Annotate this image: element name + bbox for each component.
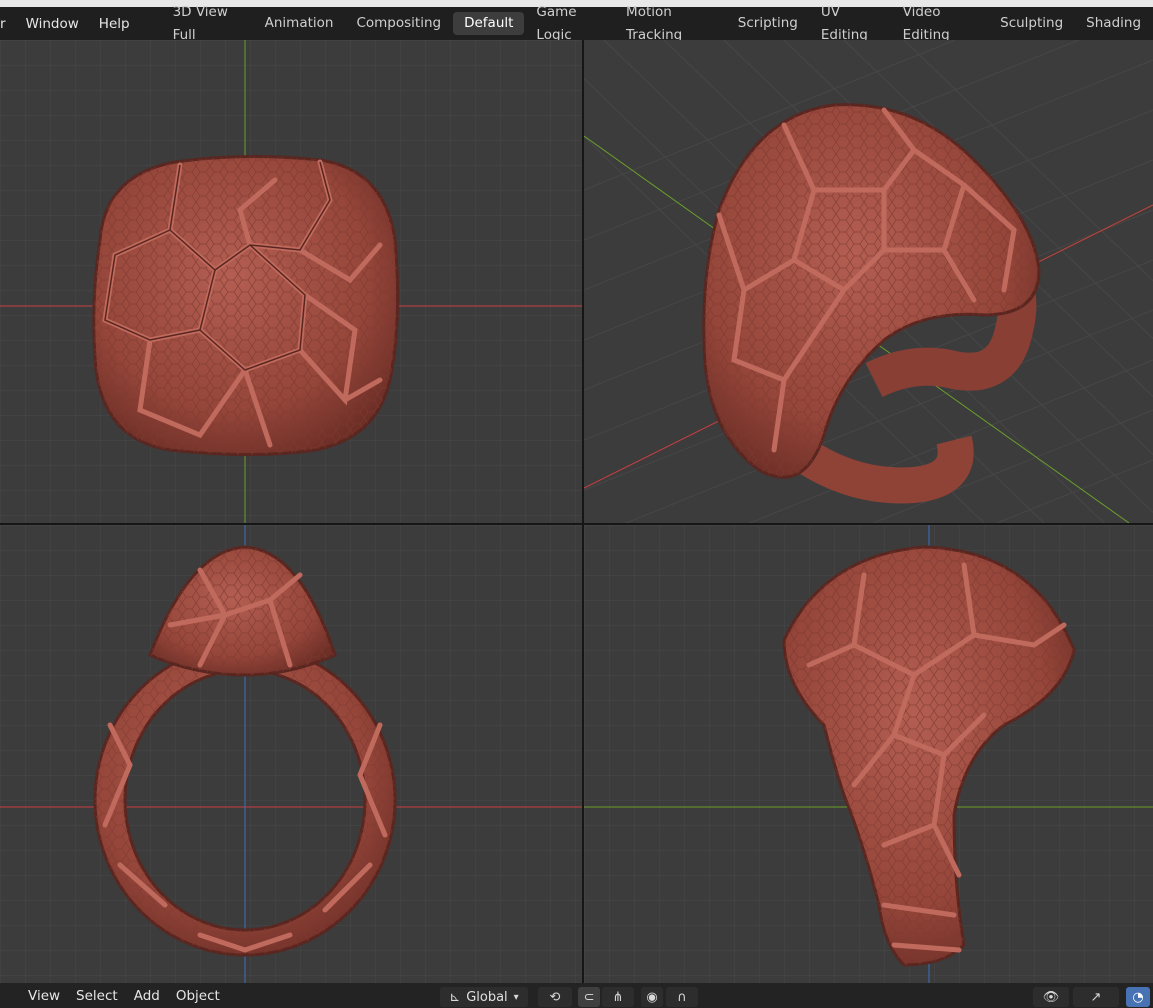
menu-add[interactable]: Add xyxy=(126,988,168,1004)
proportional-editing-toggle[interactable]: ◉ xyxy=(641,987,663,1007)
snap-toggle[interactable]: ⊂ xyxy=(578,987,600,1007)
tab-shading[interactable]: Shading xyxy=(1075,12,1152,35)
viewport-side-canvas xyxy=(584,525,1153,983)
menu-render-partial[interactable]: r xyxy=(0,11,16,37)
eye-icon: 👁 xyxy=(1042,989,1060,1005)
pivot-point-dropdown[interactable]: ⟲ xyxy=(538,987,572,1007)
viewport-header-bar: View Select Add Object xyxy=(0,983,1153,1008)
proportional-falloff-dropdown[interactable]: ∩ xyxy=(666,987,698,1007)
ring-top-model xyxy=(92,154,400,457)
main-menu: r Window Help xyxy=(0,11,140,37)
viewport-side[interactable] xyxy=(584,525,1153,983)
pivot-point-icon: ⟲ xyxy=(549,989,561,1005)
tab-scripting[interactable]: Scripting xyxy=(727,12,809,35)
menu-help[interactable]: Help xyxy=(89,11,140,37)
chevron-down-icon: ▾ xyxy=(513,991,519,1003)
viewport-front[interactable] xyxy=(0,525,582,983)
viewport-front-canvas xyxy=(0,525,582,983)
viewport-perspective-canvas xyxy=(584,40,1153,523)
visibility-dropdown[interactable]: 👁 xyxy=(1033,987,1069,1007)
snap-target-icon: ⋔ xyxy=(612,989,624,1005)
tab-compositing[interactable]: Compositing xyxy=(345,12,452,35)
falloff-curve-icon: ∩ xyxy=(677,989,687,1005)
top-bar: r Window Help 3D View Full Animation Com… xyxy=(0,4,1153,43)
tab-default[interactable]: Default xyxy=(453,12,525,35)
proportional-editing-icon: ◉ xyxy=(646,989,658,1005)
overlays-toggle[interactable]: ◔ xyxy=(1126,987,1150,1007)
transform-orientation-dropdown[interactable]: ⊾ Global ▾ xyxy=(440,987,528,1007)
menu-view[interactable]: View xyxy=(20,988,68,1004)
header-menu: View Select Add Object xyxy=(20,988,228,1004)
viewport-perspective[interactable] xyxy=(584,40,1153,523)
menu-object[interactable]: Object xyxy=(168,988,228,1004)
transform-orientation-label: Global xyxy=(466,989,508,1005)
viewport-top[interactable] xyxy=(0,40,582,523)
snap-icon: ⊂ xyxy=(583,989,595,1005)
menu-select[interactable]: Select xyxy=(68,988,126,1004)
menu-window[interactable]: Window xyxy=(16,11,89,37)
tab-animation[interactable]: Animation xyxy=(254,12,345,35)
viewport-top-canvas xyxy=(0,40,582,523)
snap-target-dropdown[interactable]: ⋔ xyxy=(602,987,634,1007)
gizmo-dropdown[interactable]: ↗ xyxy=(1073,987,1119,1007)
gizmo-icon: ↗ xyxy=(1090,989,1102,1005)
tab-sculpting[interactable]: Sculpting xyxy=(989,12,1074,35)
overlays-icon: ◔ xyxy=(1132,989,1144,1005)
transform-orientation-icon: ⊾ xyxy=(449,989,461,1005)
